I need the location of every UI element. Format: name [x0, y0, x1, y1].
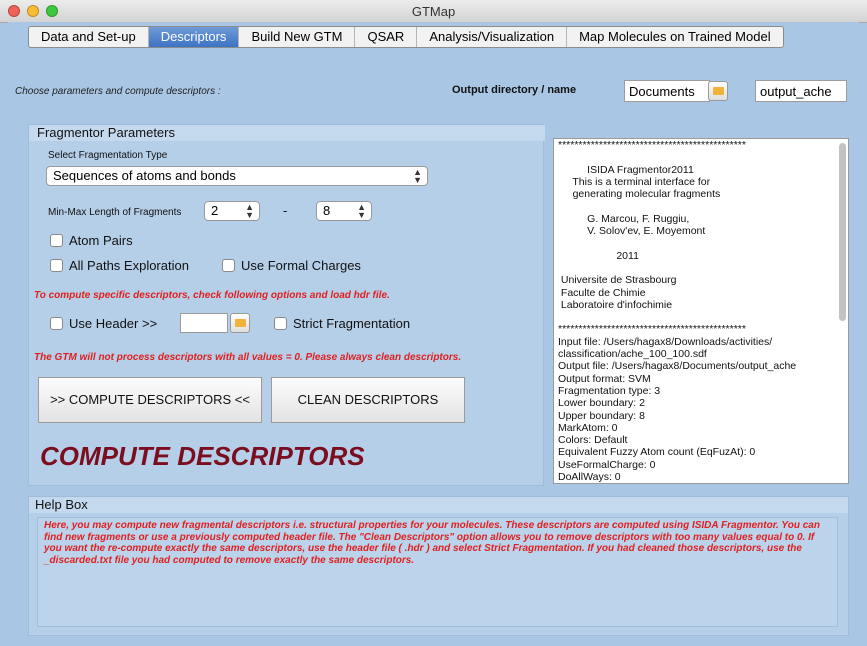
checkbox-icon: [50, 317, 63, 330]
header-file-field[interactable]: [180, 313, 228, 333]
atom-pairs-checkbox[interactable]: Atom Pairs: [50, 233, 133, 248]
tab-map-molecules[interactable]: Map Molecules on Trained Model: [567, 27, 783, 47]
select-arrows-icon: ▲ ▼: [357, 202, 366, 220]
gtm-clean-note: The GTM will not process descriptors wit…: [34, 352, 462, 363]
output-label: Output directory / name: [452, 84, 577, 96]
checkbox-icon: [274, 317, 287, 330]
max-length-select[interactable]: 8 ▲ ▼: [316, 201, 372, 221]
help-text: Here, you may compute new fragmental des…: [37, 517, 838, 627]
max-length-value: 8: [323, 203, 331, 218]
fragmentation-type-select[interactable]: Sequences of atoms and bonds ▲ ▼: [46, 166, 428, 186]
use-header-label: Use Header >>: [69, 316, 158, 331]
tab-bar: Data and Set-up Descriptors Build New GT…: [28, 26, 784, 48]
tab-qsar[interactable]: QSAR: [355, 27, 418, 47]
strict-fragmentation-label: Strict Fragmentation: [293, 316, 411, 331]
fragmentor-panel-title: Fragmentor Parameters: [37, 125, 175, 140]
compute-descriptors-caption: COMPUTE DESCRIPTORS: [40, 441, 365, 471]
output-directory-field[interactable]: Documents: [624, 80, 710, 102]
tab-build-gtm[interactable]: Build New GTM: [239, 27, 356, 47]
atom-pairs-label: Atom Pairs: [69, 233, 133, 248]
length-label: Min-Max Length of Fragments: [48, 207, 182, 218]
log-scrollbar[interactable]: [839, 143, 846, 321]
fragmentor-panel-header: Fragmentor Parameters: [29, 125, 545, 141]
select-arrows-icon: ▲ ▼: [245, 202, 254, 220]
tab-descriptors[interactable]: Descriptors: [148, 27, 240, 47]
output-name-field[interactable]: output_ache: [755, 80, 847, 102]
all-paths-label: All Paths Exploration: [69, 258, 189, 273]
fragmentation-type-value: Sequences of atoms and bonds: [53, 168, 236, 183]
min-length-value: 2: [211, 203, 219, 218]
browse-directory-button[interactable]: [708, 81, 728, 101]
formal-charges-checkbox[interactable]: Use Formal Charges: [222, 258, 361, 273]
checkbox-icon: [50, 234, 63, 247]
strict-fragmentation-checkbox[interactable]: Strict Fragmentation: [274, 316, 410, 331]
fragmentor-log[interactable]: ****************************************…: [553, 138, 849, 484]
tab-data-setup[interactable]: Data and Set-up: [29, 27, 149, 47]
formal-charges-label: Use Formal Charges: [241, 258, 361, 273]
instruction-text: Choose parameters and compute descriptor…: [15, 86, 221, 97]
window-title: GTMap: [411, 4, 456, 19]
title-bar: GTMap: [0, 0, 867, 23]
help-box: Help Box Here, you may compute new fragm…: [28, 496, 849, 636]
min-length-select[interactable]: 2 ▲ ▼: [204, 201, 260, 221]
browse-header-button[interactable]: [230, 313, 250, 333]
help-box-title: Help Box: [35, 497, 88, 512]
tab-analysis[interactable]: Analysis/Visualization: [417, 27, 568, 47]
checkbox-icon: [50, 259, 63, 272]
compute-descriptors-button[interactable]: >> COMPUTE DESCRIPTORS <<: [38, 377, 262, 423]
clean-descriptors-button[interactable]: CLEAN DESCRIPTORS: [271, 377, 465, 423]
fragmentation-type-label: Select Fragmentation Type: [48, 150, 168, 161]
all-paths-checkbox[interactable]: All Paths Exploration: [50, 258, 189, 273]
use-header-checkbox[interactable]: Use Header >>: [50, 316, 157, 331]
range-dash: -: [283, 203, 288, 218]
help-box-header: Help Box: [29, 497, 848, 513]
fragmentor-log-text: ****************************************…: [558, 139, 797, 484]
select-arrows-icon: ▲ ▼: [413, 167, 422, 185]
specific-descriptors-note: To compute specific descriptors, check f…: [34, 290, 390, 301]
checkbox-icon: [222, 259, 235, 272]
